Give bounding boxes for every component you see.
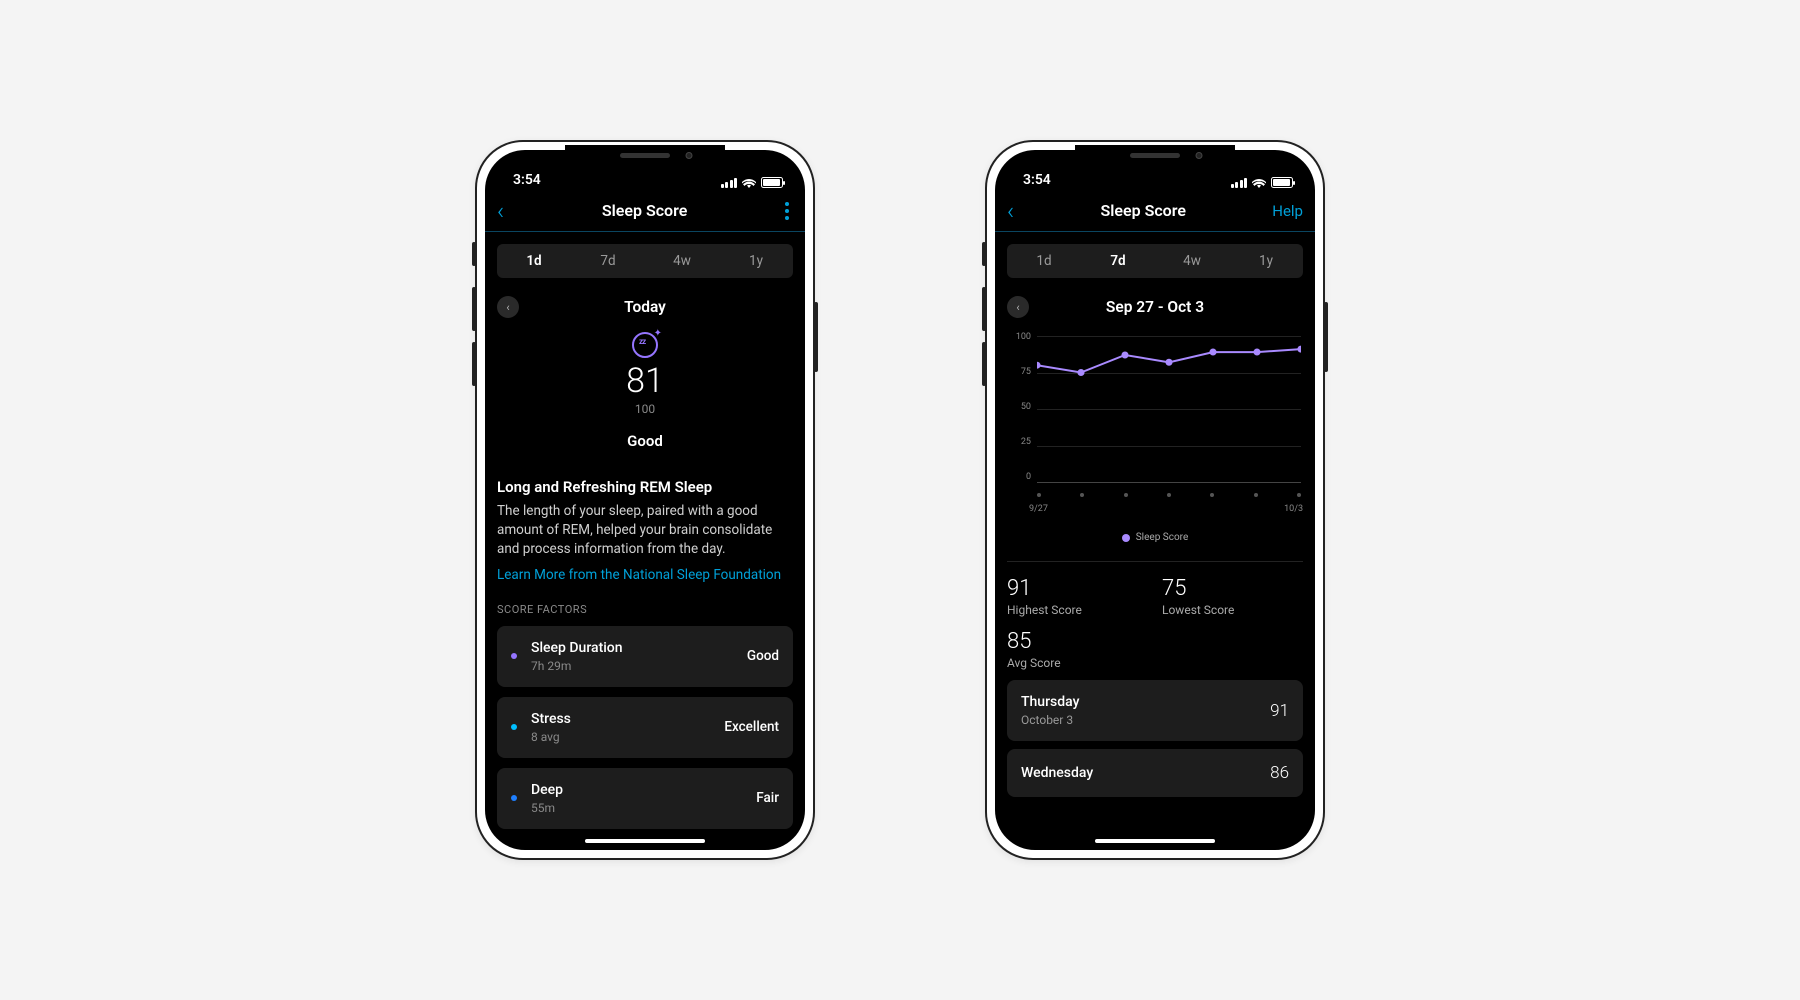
x-first: 9/27 (1029, 504, 1048, 514)
nav-bar: ‹ Sleep Score Help (995, 190, 1315, 232)
back-button[interactable]: ‹ (497, 199, 504, 223)
prev-date-button[interactable]: ‹ (1007, 296, 1029, 318)
factor-deep[interactable]: Deep 55m Fair (497, 768, 793, 829)
stat-label: Avg Score (1007, 656, 1148, 670)
factor-name: Stress (531, 711, 724, 727)
factor-dot-icon (511, 795, 517, 801)
signal-icon (1231, 178, 1248, 188)
factor-sub: 55m (531, 801, 756, 815)
y-tick: 100 (1007, 332, 1031, 342)
legend-dot-icon (1122, 534, 1130, 542)
y-tick: 50 (1007, 402, 1031, 412)
stat-label: Lowest Score (1162, 603, 1303, 617)
seg-7d[interactable]: 7d (571, 244, 645, 278)
signal-icon (721, 178, 738, 188)
seg-4w[interactable]: 4w (645, 244, 719, 278)
wifi-icon (742, 178, 756, 188)
factor-rating: Good (747, 648, 779, 664)
legend-label: Sleep Score (1136, 532, 1189, 543)
battery-icon (1271, 177, 1293, 188)
factor-rating: Fair (756, 790, 779, 806)
time-range-segmented: 1d 7d 4w 1y (1007, 244, 1303, 278)
battery-icon (761, 177, 783, 188)
score-value: 81 (497, 364, 793, 398)
y-tick: 25 (1007, 437, 1031, 447)
y-tick: 75 (1007, 367, 1031, 377)
prev-date-button[interactable]: ‹ (497, 296, 519, 318)
stat-value: 75 (1162, 576, 1303, 601)
date-label: Today (519, 298, 771, 316)
phone-left: 3:54 ‹ Sleep Score 1d 7d 4w 1y ‹ Today (475, 140, 815, 860)
day-card-thursday[interactable]: Thursday October 3 91 (1007, 680, 1303, 741)
seg-1d[interactable]: 1d (497, 244, 571, 278)
score-factors-label: SCORE FACTORS (497, 603, 793, 616)
seg-4w[interactable]: 4w (1155, 244, 1229, 278)
page-title: Sleep Score (1100, 201, 1186, 220)
day-card-wednesday[interactable]: Wednesday 86 (1007, 749, 1303, 797)
factor-dot-icon (511, 724, 517, 730)
stat-label: Highest Score (1007, 603, 1148, 617)
factor-name: Sleep Duration (531, 640, 747, 656)
factor-rating: Excellent (724, 719, 779, 735)
score-rating: Good (497, 432, 793, 450)
insight-body: The length of your sleep, paired with a … (497, 502, 793, 559)
day-name: Wednesday (1021, 765, 1093, 781)
nav-bar: ‹ Sleep Score (485, 190, 805, 232)
insight-title: Long and Refreshing REM Sleep (497, 478, 793, 496)
stat-lowest: 75 Lowest Score (1162, 576, 1303, 617)
factor-name: Deep (531, 782, 756, 798)
seg-1d[interactable]: 1d (1007, 244, 1081, 278)
help-link[interactable]: Help (1272, 202, 1303, 220)
time-range-segmented: 1d 7d 4w 1y (497, 244, 793, 278)
seg-7d[interactable]: 7d (1081, 244, 1155, 278)
status-time: 3:54 (507, 172, 541, 188)
page-title: Sleep Score (602, 201, 688, 220)
insight-link[interactable]: Learn More from the National Sleep Found… (497, 567, 781, 583)
sleep-icon (632, 332, 658, 358)
x-last: 10/3 (1284, 504, 1303, 514)
seg-1y[interactable]: 1y (1229, 244, 1303, 278)
phone-right: 3:54 ‹ Sleep Score Help 1d 7d 4w 1y ‹ Se… (985, 140, 1325, 860)
day-score: 86 (1270, 763, 1289, 783)
y-tick: 0 (1007, 472, 1031, 482)
date-range-label: Sep 27 - Oct 3 (1029, 298, 1281, 316)
home-indicator[interactable] (1095, 839, 1215, 843)
stat-highest: 91 Highest Score (1007, 576, 1148, 617)
status-time: 3:54 (1017, 172, 1051, 188)
factor-sub: 8 avg (531, 730, 724, 744)
day-name: Thursday (1021, 694, 1079, 710)
more-menu-button[interactable] (785, 202, 793, 220)
stat-value: 85 (1007, 629, 1148, 654)
back-button[interactable]: ‹ (1007, 199, 1014, 223)
stat-avg: 85 Avg Score (1007, 629, 1148, 670)
factor-sub: 7h 29m (531, 659, 747, 673)
factor-stress[interactable]: Stress 8 avg Excellent (497, 697, 793, 758)
factor-sleep-duration[interactable]: Sleep Duration 7h 29m Good (497, 626, 793, 687)
home-indicator[interactable] (585, 839, 705, 843)
day-date: October 3 (1021, 713, 1079, 727)
seg-1y[interactable]: 1y (719, 244, 793, 278)
day-score: 91 (1270, 701, 1289, 721)
factor-dot-icon (511, 653, 517, 659)
stat-value: 91 (1007, 576, 1148, 601)
score-block: 81 100 Good (497, 332, 793, 450)
score-max: 100 (497, 402, 793, 416)
wifi-icon (1252, 178, 1266, 188)
sleep-score-chart: 100 75 50 25 0 (1007, 332, 1303, 543)
